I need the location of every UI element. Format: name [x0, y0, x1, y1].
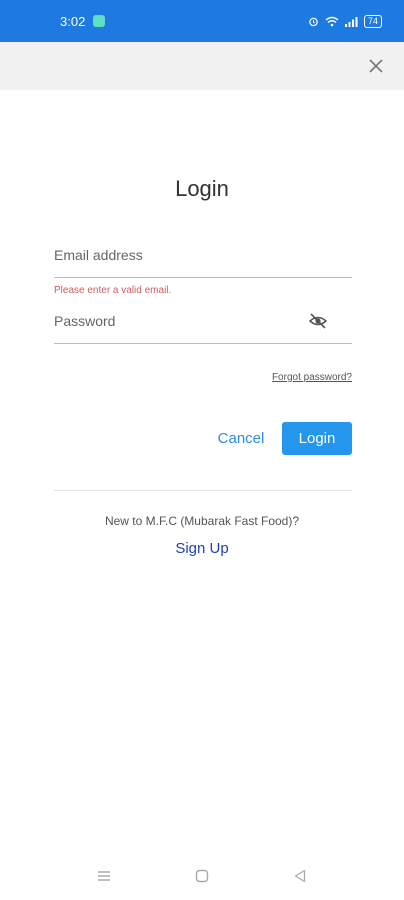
new-user-prompt: New to M.F.C (Mubarak Fast Food)?	[104, 514, 300, 528]
email-error-text: Please enter a valid email.	[54, 285, 172, 296]
eye-off-icon	[308, 313, 328, 329]
sign-up-link[interactable]: Sign Up	[0, 540, 404, 557]
email-field-container	[54, 232, 352, 278]
menu-icon	[98, 871, 110, 881]
top-bar	[0, 42, 404, 90]
login-button[interactable]: Login	[282, 422, 352, 455]
alarm-icon	[309, 17, 318, 26]
status-time: 3:02	[60, 13, 86, 29]
forgot-password-link[interactable]: Forgot password?	[272, 372, 352, 383]
status-right: 74	[308, 14, 382, 28]
back-icon	[294, 869, 306, 883]
nav-home-button[interactable]	[192, 866, 212, 886]
battery-indicator: 74	[363, 14, 382, 28]
status-bar: 3:02 74	[0, 0, 404, 42]
page-title: Login	[175, 176, 229, 201]
system-nav-bar	[0, 852, 404, 900]
close-button[interactable]	[364, 54, 388, 78]
wifi-icon	[325, 16, 339, 26]
nav-back-button[interactable]	[290, 866, 310, 886]
home-icon	[195, 869, 209, 883]
password-visibility-toggle[interactable]	[308, 311, 328, 331]
email-input[interactable]	[54, 232, 352, 277]
app-notification-icon	[93, 15, 106, 27]
close-icon	[369, 59, 383, 73]
signal-icon	[344, 16, 358, 27]
nav-menu-button[interactable]	[94, 866, 114, 886]
status-left: 3:02	[60, 13, 106, 29]
password-field-container	[54, 298, 352, 344]
divider	[54, 490, 352, 491]
cancel-button[interactable]: Cancel	[206, 422, 276, 455]
